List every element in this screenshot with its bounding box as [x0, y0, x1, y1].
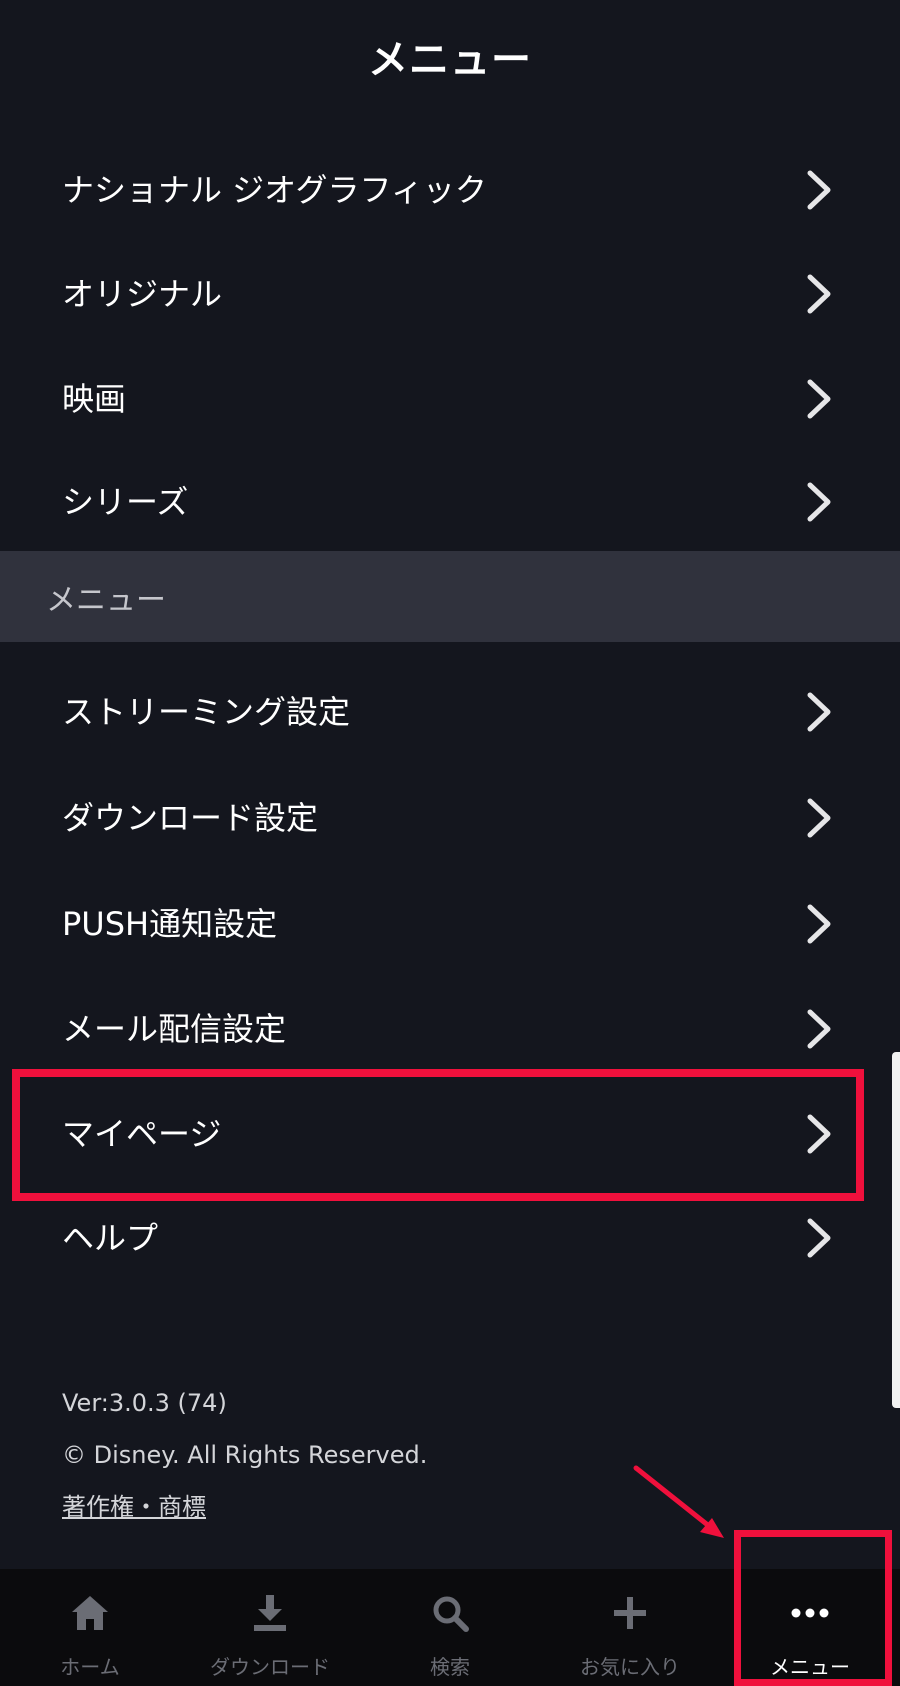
chevron-right-icon — [807, 1114, 831, 1154]
bottom-nav: ホーム ダウンロード 検索 お気に入り メニュー — [0, 1569, 900, 1686]
chevron-right-icon — [807, 379, 831, 419]
nav-label: ダウンロード — [210, 1655, 330, 1679]
chevron-right-icon — [807, 798, 831, 838]
menu-item-label: 映画 — [62, 380, 127, 418]
chevron-right-icon — [807, 170, 831, 210]
nav-label: メニュー — [770, 1655, 850, 1679]
menu-item-label: PUSH通知設定 — [62, 905, 278, 943]
plus-icon — [614, 1597, 646, 1629]
menu-item-label: オリジナル — [62, 275, 223, 313]
page-title: メニュー — [368, 37, 532, 83]
menu-item-label: ストリーミング設定 — [62, 693, 351, 731]
version-text: Ver:3.0.3 (74) — [62, 1389, 227, 1417]
nav-item-home[interactable]: ホーム — [0, 1569, 180, 1686]
menu-item-label: ヘルプ — [62, 1219, 159, 1257]
menu-item-original[interactable]: オリジナル — [0, 242, 900, 346]
menu-item-label: ダウンロード設定 — [62, 799, 319, 837]
nav-label: ホーム — [60, 1655, 120, 1679]
nav-item-search[interactable]: 検索 — [360, 1569, 540, 1686]
search-icon — [433, 1596, 469, 1632]
menu-item-label: マイページ — [62, 1115, 222, 1153]
section-header: メニュー — [0, 551, 900, 642]
menu-item-national-geographic[interactable]: ナショナル ジオグラフィック — [0, 138, 900, 242]
menu-item-streaming-settings[interactable]: ストリーミング設定 — [0, 660, 900, 764]
chevron-right-icon — [807, 692, 831, 732]
menu-item-movies[interactable]: 映画 — [0, 347, 900, 451]
scroll-indicator[interactable] — [892, 1052, 900, 1408]
nav-label: 検索 — [430, 1655, 470, 1679]
nav-item-menu[interactable]: メニュー — [720, 1569, 900, 1686]
chevron-right-icon — [807, 274, 831, 314]
section-header-label: メニュー — [46, 582, 166, 618]
chevron-right-icon — [807, 1218, 831, 1258]
nav-label: お気に入り — [580, 1655, 680, 1679]
menu-item-label: メール配信設定 — [62, 1010, 287, 1048]
menu-item-label: ナショナル ジオグラフィック — [62, 171, 487, 209]
download-icon — [254, 1595, 286, 1631]
nav-item-download[interactable]: ダウンロード — [180, 1569, 360, 1686]
copyright-text: © Disney. All Rights Reserved. — [62, 1441, 428, 1469]
chevron-right-icon — [807, 1009, 831, 1049]
more-dots-icon — [791, 1608, 829, 1618]
menu-item-mail-settings[interactable]: メール配信設定 — [0, 977, 900, 1081]
menu-item-download-settings[interactable]: ダウンロード設定 — [0, 766, 900, 870]
chevron-right-icon — [807, 482, 831, 522]
trademark-link[interactable]: 著作権・商標 — [62, 1492, 206, 1522]
menu-item-push-settings[interactable]: PUSH通知設定 — [0, 872, 900, 976]
home-icon — [72, 1596, 108, 1630]
nav-item-favorites[interactable]: お気に入り — [540, 1569, 720, 1686]
menu-item-series[interactable]: シリーズ — [0, 450, 900, 554]
menu-item-my-page[interactable]: マイページ — [0, 1082, 900, 1186]
menu-item-help[interactable]: ヘルプ — [0, 1186, 900, 1290]
chevron-right-icon — [807, 904, 831, 944]
menu-item-label: シリーズ — [62, 483, 189, 521]
annotation-arrow-icon — [633, 1465, 724, 1538]
